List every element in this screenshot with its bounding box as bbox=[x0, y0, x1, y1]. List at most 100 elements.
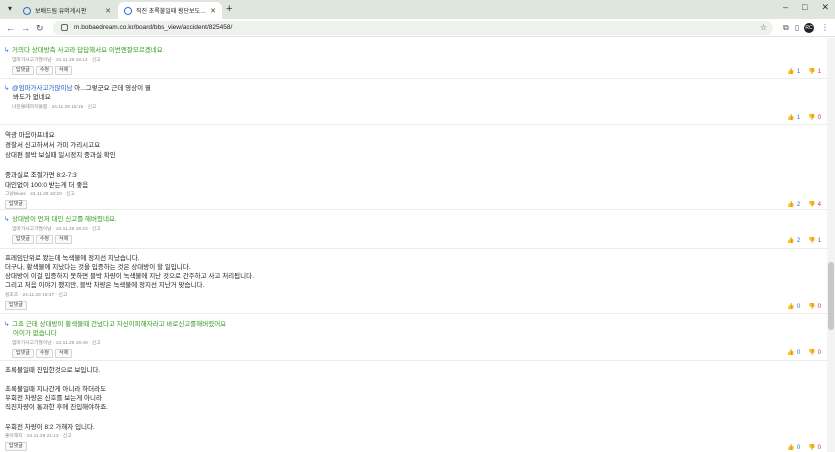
reply-button[interactable]: 답댓글 bbox=[5, 301, 27, 310]
thumbs-up-icon: 👍 bbox=[787, 304, 795, 310]
comment-text: 상대방이 이걸 입증하지 못하면 블박 차량이 녹색불에 지난 것으로 간주하고… bbox=[5, 273, 254, 280]
upvote-button[interactable]: 👍 2 bbox=[787, 201, 800, 209]
address-bar[interactable]: m.bobaedream.co.kr/board/bbs_view/accide… bbox=[53, 21, 773, 35]
tab-search-icon[interactable]: ▾ bbox=[4, 3, 16, 15]
comment-text: 역광 마음아프네요 bbox=[5, 132, 55, 139]
comment-text: 거의다 상대방측 사고라 답답해서요 이번엔잘모르겠네요 bbox=[12, 47, 163, 54]
tab-accident-post[interactable]: 직진 초록불일때 횡단보도를 지나가는 중 ✕ bbox=[118, 2, 222, 19]
upvote-button[interactable]: 👍 0 bbox=[787, 303, 800, 311]
thumbs-down-icon: 👎 bbox=[808, 202, 816, 208]
new-tab-icon[interactable]: + bbox=[226, 3, 232, 15]
edit-button[interactable]: 수정 bbox=[35, 235, 54, 244]
comment-text: 봐도가 없네요 bbox=[13, 94, 51, 101]
comment-meta: 엄마가사고가많이남 · 24.11.29 19:49 · 신고 bbox=[12, 341, 101, 346]
downvote-button[interactable]: 👎 0 bbox=[808, 114, 821, 122]
downvote-button[interactable]: 👎 1 bbox=[808, 68, 821, 76]
comment-text: 우회전 차량은 신호를 보는게 아니라 bbox=[5, 395, 102, 402]
menu-kebab-icon[interactable]: ⋮ bbox=[821, 22, 829, 34]
scrollbar-thumb[interactable] bbox=[828, 262, 834, 330]
comment-text: 그리고 처음 이야기 했지만, 블박 차량은 녹색불에 정지선 지난거 맞습니다… bbox=[5, 282, 205, 289]
comment-meta: 킬조츠 · 24.11.29 18:47 · 신고 bbox=[5, 293, 68, 298]
comment-item: 프레임단위로 봤는데 녹색불에 정지선 지났습니다. 더구나, 황색불에 지났다… bbox=[0, 250, 827, 314]
thumbs-down-icon: 👎 bbox=[808, 238, 816, 244]
comment-text: 어이가 없습니다 bbox=[13, 330, 57, 337]
comment-text: 경찰서 신고하셔서 가피 가리시고요 bbox=[5, 142, 101, 149]
reply-arrow-icon: ↳ bbox=[4, 321, 10, 328]
reply-button[interactable]: 답댓글 bbox=[12, 235, 34, 244]
upvote-button[interactable]: 👍 1 bbox=[787, 114, 800, 122]
comment-meta: 너만볼때까지볼렵 · 24.11.29 18:15 · 신고 bbox=[12, 105, 97, 110]
downvote-button[interactable]: 👎 4 bbox=[808, 201, 821, 209]
thumbs-up-icon: 👍 bbox=[787, 350, 795, 356]
window-controls: – □ ✕ bbox=[783, 2, 829, 13]
tab-strip: ▾ 보배드림 유머게시판 ✕ 직진 초록불일때 횡단보도를 지나가는 중 ✕ +… bbox=[0, 0, 835, 19]
maximize-icon[interactable]: □ bbox=[802, 2, 807, 13]
upvote-button[interactable]: 👍 0 bbox=[787, 444, 800, 452]
bobaedream-favicon-icon bbox=[23, 6, 31, 15]
comment-text: 프레임단위로 봤는데 녹색불에 정지선 지났습니다. bbox=[5, 255, 140, 262]
comment-text: 대인없이 100:0 받는게 더 좋음 bbox=[5, 182, 89, 189]
comment-text: 우회전 차량이 8:2 가해자 입니다. bbox=[5, 424, 95, 431]
reply-button[interactable]: 답댓글 bbox=[5, 442, 27, 451]
side-panel-icon[interactable]: ▯ bbox=[795, 22, 799, 34]
reply-arrow-icon: ↳ bbox=[4, 216, 10, 223]
comment-meta: 그냥Blues · 24.11.29 18:20 · 신고 bbox=[5, 192, 75, 197]
page-scrollbar[interactable] bbox=[827, 38, 835, 452]
thumbs-down-icon: 👎 bbox=[808, 445, 816, 451]
thumbs-up-icon: 👍 bbox=[787, 202, 795, 208]
tab-title: 직진 초록불일때 횡단보도를 지나가는 중 bbox=[136, 9, 206, 15]
site-info-icon[interactable] bbox=[61, 24, 68, 31]
minimize-icon[interactable]: – bbox=[783, 2, 788, 13]
comment-meta: 좋아해지 · 24.11.29 21:13 · 신고 bbox=[5, 434, 72, 439]
reply-arrow-icon: ↳ bbox=[4, 47, 10, 54]
upvote-button[interactable]: 👍 0 bbox=[787, 349, 800, 357]
thumbs-down-icon: 👎 bbox=[808, 304, 816, 310]
profile-avatar[interactable]: RC bbox=[804, 23, 814, 33]
edit-button[interactable]: 수정 bbox=[35, 349, 54, 358]
comment-text: 초록불일때 진입한것으로 보입니다. bbox=[5, 367, 101, 374]
comment-text: 중과실로 조절가면 8:2-7:3 bbox=[5, 172, 77, 179]
downvote-button[interactable]: 👎 0 bbox=[808, 303, 821, 311]
thumbs-up-icon: 👍 bbox=[787, 445, 795, 451]
comment-item: 초록불일때 진입한것으로 보입니다. 초록불일때 지나간게 아니라 하더라도 우… bbox=[0, 362, 827, 452]
delete-button[interactable]: 삭제 bbox=[55, 349, 73, 358]
comment-text: 상대방이 먼저 대인 신고를 해버렸네요. bbox=[12, 216, 117, 223]
thumbs-up-icon: 👍 bbox=[787, 238, 795, 244]
downvote-button[interactable]: 👎 1 bbox=[808, 237, 821, 245]
close-tab-icon[interactable]: ✕ bbox=[210, 7, 216, 15]
comment-item: ↳ @엄마가사고가많이남 아...그렇군요 근데 영상이 뭘 봐도가 없네요 너… bbox=[0, 80, 827, 125]
reply-button[interactable]: 답댓글 bbox=[12, 349, 34, 358]
reload-icon[interactable]: ↻ bbox=[36, 22, 44, 34]
mention-link[interactable]: @엄마가사고가많이남 bbox=[12, 85, 72, 92]
comment-item: ↳ 거의다 상대방측 사고라 답답해서요 이번엔잘모르겠네요 엄마가사고가많이남… bbox=[0, 43, 827, 79]
edit-button[interactable]: 수정 bbox=[35, 66, 54, 75]
url-text: m.bobaedream.co.kr/board/bbs_view/accide… bbox=[74, 24, 233, 31]
extensions-icon[interactable]: ⧉ bbox=[783, 22, 789, 34]
back-icon[interactable]: ← bbox=[6, 22, 15, 34]
thumbs-down-icon: 👎 bbox=[808, 115, 816, 121]
comment-text: 더구나, 황색불에 지났다는 것을 입증하는 것은 상대방이 할 일입니다. bbox=[5, 264, 191, 271]
close-window-icon[interactable]: ✕ bbox=[821, 2, 829, 13]
reply-button[interactable]: 답댓글 bbox=[12, 66, 34, 75]
downvote-button[interactable]: 👎 0 bbox=[808, 349, 821, 357]
reply-arrow-icon: ↳ bbox=[4, 85, 10, 92]
downvote-button[interactable]: 👎 0 bbox=[808, 444, 821, 452]
thumbs-down-icon: 👎 bbox=[808, 350, 816, 356]
comment-item: ↳ 상대방이 먼저 대인 신고를 해버렸네요. 엄마가사고가많이남 · 24.1… bbox=[0, 211, 827, 249]
upvote-button[interactable]: 👍 1 bbox=[787, 68, 800, 76]
reply-button[interactable]: 답댓글 bbox=[5, 200, 27, 209]
delete-button[interactable]: 삭제 bbox=[55, 235, 73, 244]
bobaedream-favicon-icon bbox=[124, 6, 132, 15]
close-tab-icon[interactable]: ✕ bbox=[105, 7, 111, 15]
comment-text: 상대편 블박 보실때 일시정지 중과실 확인 bbox=[5, 152, 116, 159]
comment-meta: 엄마가사고가많이남 · 24.11.29 18:23 · 신고 bbox=[12, 227, 101, 232]
tab-humor-board[interactable]: 보배드림 유머게시판 ✕ bbox=[17, 2, 117, 19]
comment-list: ↳ 거의다 상대방측 사고라 답답해서요 이번엔잘모르겠네요 엄마가사고가많이남… bbox=[0, 38, 827, 452]
upvote-button[interactable]: 👍 2 bbox=[787, 237, 800, 245]
browser-toolbar: ← → ↻ m.bobaedream.co.kr/board/bbs_view/… bbox=[0, 19, 835, 37]
thumbs-up-icon: 👍 bbox=[787, 69, 795, 75]
forward-icon[interactable]: → bbox=[21, 22, 30, 34]
comment-item: 역광 마음아프네요 경찰서 신고하셔서 가피 가리시고요 상대편 블박 보실때 … bbox=[0, 126, 827, 210]
bookmark-star-icon[interactable]: ☆ bbox=[760, 21, 767, 35]
delete-button[interactable]: 삭제 bbox=[55, 66, 73, 75]
